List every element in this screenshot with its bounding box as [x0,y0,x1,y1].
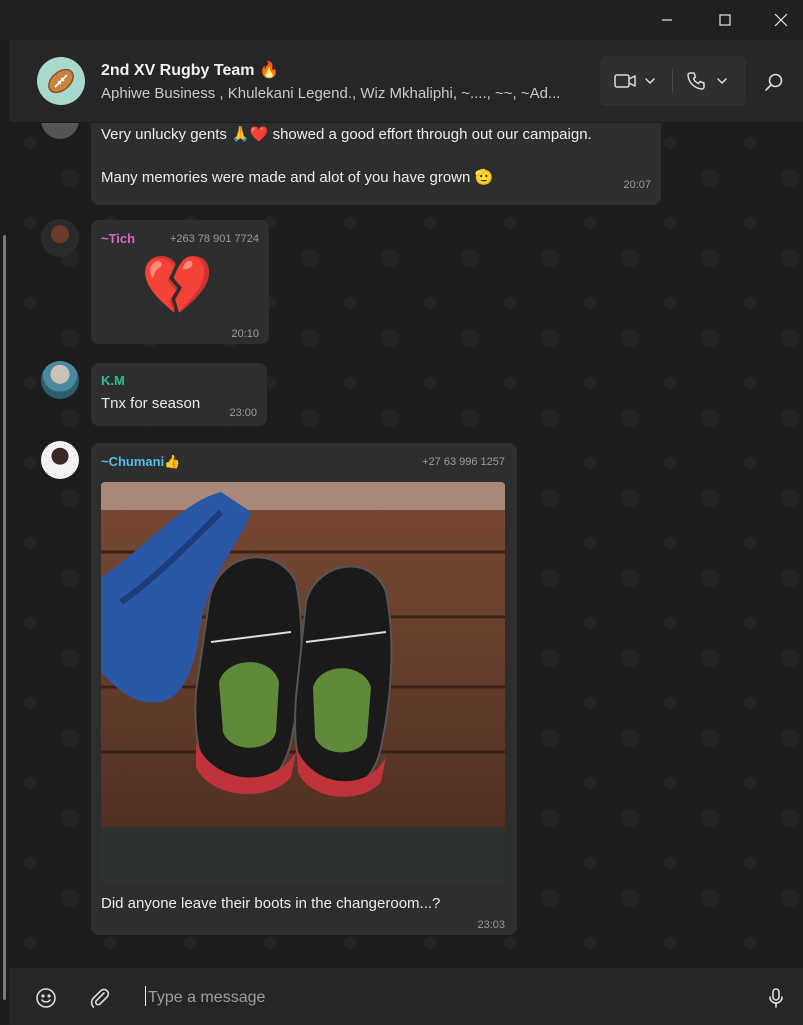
video-camera-icon [614,74,655,88]
avatar[interactable] [41,441,79,479]
microphone-icon [769,988,783,1008]
message-time: 23:00 [229,407,257,419]
group-members[interactable]: Aphiwe Business , Khulekani Legend., Wiz… [101,85,601,102]
chat-messages[interactable]: Very unlucky gents 🙏❤️ showed a good eff… [10,123,803,967]
message-time: 23:03 [477,919,505,931]
message-composer [10,967,803,1025]
message-bubble[interactable]: ~Chumani👍 +27 63 996 1257 Did anyone lea… [91,443,517,935]
message-time: 20:10 [231,328,259,340]
message-time: 20:07 [623,179,651,191]
avatar[interactable] [41,219,79,257]
message-bubble[interactable]: Very unlucky gents 🙏❤️ showed a good eff… [91,123,661,205]
sender-phone: +27 63 996 1257 [422,456,505,468]
search-icon [765,73,783,91]
call-controls [600,56,746,106]
message-text: Tnx for season [101,395,201,412]
window-titlebar [0,0,803,40]
sender-phone: +263 78 901 7724 [169,233,259,245]
chat-header[interactable]: 2nd XV Rugby Team 🔥 Aphiwe Business , Kh… [10,40,803,123]
voice-call-button[interactable] [686,56,730,106]
attach-button[interactable] [88,986,112,1010]
avatar[interactable] [41,123,79,139]
group-avatar[interactable] [37,57,85,105]
maximize-icon[interactable] [702,0,748,40]
emoji-button[interactable] [34,986,58,1010]
message-bubble[interactable]: K.M Tnx for season 23:00 [91,363,267,426]
message-input[interactable] [146,984,710,1012]
left-border [0,40,10,1024]
rugby-ball-icon [48,68,74,94]
message-text: Very unlucky gents 🙏❤️ showed a good eff… [101,126,592,143]
message-text: Many memories were made and alot of you … [101,169,494,186]
close-icon[interactable] [758,0,803,40]
broken-heart-icon: 💔 [141,253,214,318]
sender-name[interactable]: ~Tich [101,231,135,246]
search-button[interactable] [762,70,786,94]
group-title[interactable]: 2nd XV Rugby Team 🔥 [101,60,279,80]
call-separator [672,69,673,93]
photo-attachment[interactable] [101,482,505,885]
scrollbar[interactable] [3,235,6,1000]
sender-name[interactable]: K.M [101,373,125,388]
phone-icon [687,72,727,90]
message-caption: Did anyone leave their boots in the chan… [101,895,441,912]
video-call-button[interactable] [614,56,658,106]
boots-photo [101,482,505,885]
paperclip-icon [90,988,110,1008]
sender-name[interactable]: ~Chumani👍 [101,454,180,470]
message-bubble[interactable]: ~Tich +263 78 901 7724 💔 20:10 [91,220,269,344]
emoji-icon [36,988,56,1008]
mic-button[interactable] [764,986,788,1010]
minimize-icon[interactable] [644,0,690,40]
avatar[interactable] [41,361,79,399]
